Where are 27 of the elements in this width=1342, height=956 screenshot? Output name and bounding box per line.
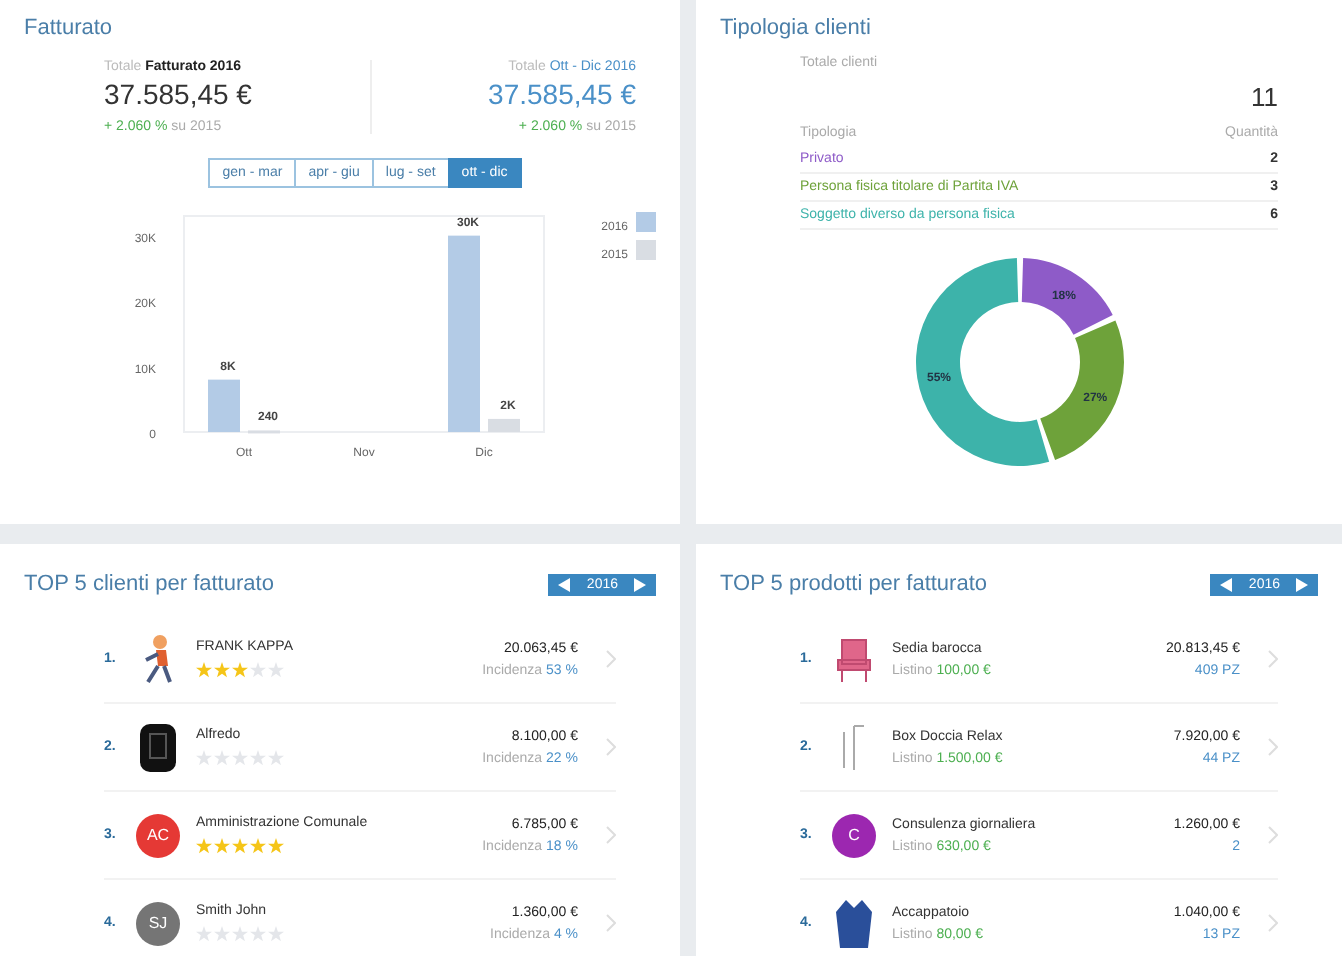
shower-icon — [840, 723, 868, 771]
chevron-right-icon[interactable] — [606, 738, 616, 756]
total-amount: 37.585,45 € — [104, 78, 254, 110]
total-count: 11 — [1249, 82, 1278, 112]
chevron-right-icon[interactable] — [1268, 738, 1278, 756]
initials-avatar: AC — [136, 813, 180, 857]
chevron-right-icon[interactable] — [1268, 914, 1278, 932]
panel-title: TOP 5 prodotti per fatturato — [720, 572, 988, 596]
chair-icon — [834, 635, 874, 683]
chevron-right-icon[interactable] — [1268, 826, 1278, 844]
previous-icon[interactable] — [558, 577, 571, 591]
next-icon[interactable] — [1296, 577, 1308, 591]
previous-icon[interactable] — [1220, 577, 1233, 591]
bathrobe-icon — [834, 897, 874, 949]
total-amount: 37.585,45 € — [486, 78, 636, 110]
phone-icon — [138, 721, 178, 773]
next-icon[interactable] — [634, 577, 646, 591]
initials-avatar: C — [832, 813, 876, 857]
panel-title: Fatturato — [24, 16, 115, 40]
panel-title: Tipologia clienti — [720, 16, 873, 40]
chevron-right-icon[interactable] — [1268, 650, 1278, 668]
initials-avatar: SJ — [136, 901, 180, 945]
chevron-right-icon[interactable] — [606, 650, 616, 668]
running-person-icon — [140, 633, 176, 685]
panel-title: TOP 5 clienti per fatturato — [24, 572, 274, 596]
chevron-right-icon[interactable] — [606, 826, 616, 844]
chevron-right-icon[interactable] — [606, 914, 616, 932]
